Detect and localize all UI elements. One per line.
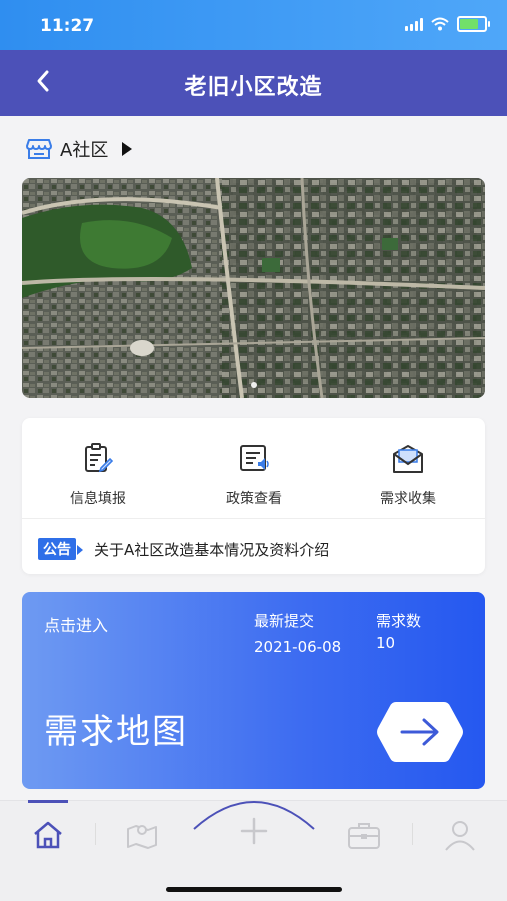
latest-submission-label: 最新提交 xyxy=(254,612,315,630)
wifi-icon xyxy=(431,17,449,31)
community-selector[interactable]: A社区 xyxy=(26,136,133,162)
nav-bar: 老旧小区改造 xyxy=(0,50,507,116)
status-bar: 11:27 xyxy=(0,0,507,50)
status-time: 11:27 xyxy=(40,16,95,36)
page-title: 老旧小区改造 xyxy=(184,75,323,100)
services-card: 信息填报 政策查看 需求收集 公告 关于A社区改造基本情况及资料介绍 xyxy=(22,418,485,574)
satellite-map-image xyxy=(22,178,485,398)
form-edit-icon xyxy=(85,443,114,473)
service-label: 信息填报 xyxy=(70,491,126,507)
service-policy[interactable]: 政策查看 xyxy=(184,442,324,508)
satellite-map-banner[interactable] xyxy=(22,178,485,398)
tab-separator xyxy=(412,823,413,845)
store-icon xyxy=(26,139,52,159)
status-icons xyxy=(405,16,490,32)
policy-doc-icon xyxy=(240,445,269,471)
home-icon[interactable] xyxy=(30,817,66,853)
user-icon[interactable] xyxy=(442,817,478,853)
demand-map-title: 需求地图 xyxy=(44,712,188,752)
service-label: 需求收集 xyxy=(380,491,436,507)
go-arrow-button[interactable] xyxy=(376,700,464,764)
card-divider xyxy=(22,518,485,519)
tab-separator xyxy=(95,823,96,845)
latest-submission-date: 2021-06-08 xyxy=(254,638,342,656)
tab-bar xyxy=(0,800,507,901)
announcement-badge: 公告 xyxy=(38,538,83,560)
demand-map-card[interactable]: 点击进入 最新提交 2021-06-08 需求数 10 需求地图 xyxy=(22,592,485,789)
signal-icon xyxy=(405,17,423,31)
service-demand-collect[interactable]: 需求收集 xyxy=(338,442,478,508)
home-indicator xyxy=(166,887,342,892)
active-tab-indicator xyxy=(28,800,68,803)
battery-icon xyxy=(457,16,490,32)
map-icon[interactable] xyxy=(124,817,160,853)
plus-center-button[interactable] xyxy=(192,791,316,851)
briefcase-icon[interactable] xyxy=(346,817,382,853)
announcement-row[interactable]: 公告 关于A社区改造基本情况及资料介绍 xyxy=(38,538,329,560)
envelope-icon xyxy=(393,445,423,473)
announcement-text: 关于A社区改造基本情况及资料介绍 xyxy=(94,540,330,559)
dropdown-arrow-icon xyxy=(122,142,133,156)
service-info-fill[interactable]: 信息填报 xyxy=(28,442,168,508)
demand-count-label: 需求数 xyxy=(376,612,422,630)
carousel-dots xyxy=(22,382,485,388)
demand-count-value: 10 xyxy=(376,634,396,652)
service-label: 政策查看 xyxy=(226,491,282,507)
enter-label: 点击进入 xyxy=(44,616,109,635)
community-name: A社区 xyxy=(60,140,109,161)
